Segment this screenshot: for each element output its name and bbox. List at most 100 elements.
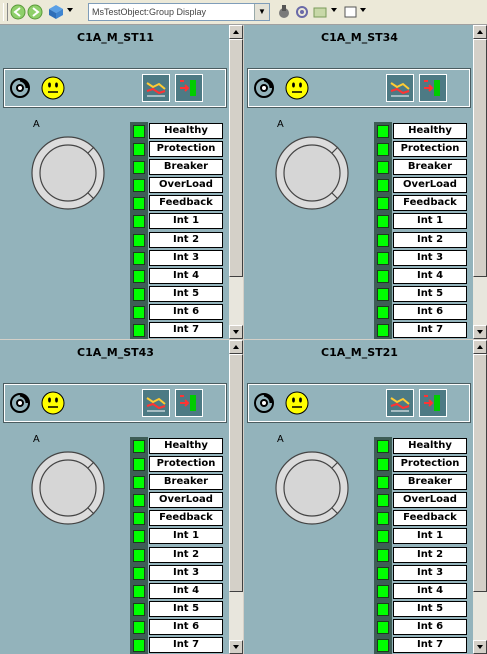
faceplate-button[interactable]: [419, 74, 447, 102]
status-label[interactable]: Feedback: [149, 510, 223, 527]
panel-scrollbar[interactable]: [473, 340, 487, 654]
motor-dial[interactable]: [274, 135, 350, 211]
status-label[interactable]: OverLoad: [149, 177, 223, 194]
scroll-up-button[interactable]: [473, 25, 487, 39]
scroll-up-button[interactable]: [473, 340, 487, 354]
spin-icon[interactable]: [253, 392, 275, 414]
status-label[interactable]: Protection: [393, 141, 467, 158]
object-address-combo[interactable]: MsTestObject:Group Display ▼: [88, 3, 270, 21]
status-label[interactable]: Breaker: [149, 159, 223, 176]
status-label[interactable]: Int 3: [393, 564, 467, 581]
status-label[interactable]: Int 4: [149, 267, 223, 284]
status-row: Int 5: [374, 284, 469, 303]
faceplate-button[interactable]: [175, 74, 203, 102]
status-label[interactable]: Int 6: [393, 618, 467, 635]
status-label[interactable]: Protection: [393, 456, 467, 473]
smiley-status-icon[interactable]: [41, 391, 65, 415]
status-label[interactable]: Int 5: [149, 285, 223, 302]
motor-dial[interactable]: [274, 450, 350, 526]
trend-button[interactable]: [142, 74, 170, 102]
status-label[interactable]: Int 5: [149, 600, 223, 617]
scroll-up-button[interactable]: [229, 25, 243, 39]
status-label[interactable]: Int 4: [393, 582, 467, 599]
status-label[interactable]: Int 6: [393, 303, 467, 320]
smiley-status-icon[interactable]: [41, 76, 65, 100]
status-label[interactable]: Breaker: [149, 474, 223, 491]
status-label[interactable]: Healthy: [393, 438, 467, 454]
trend-button[interactable]: [142, 389, 170, 417]
status-label[interactable]: Int 1: [393, 213, 467, 230]
motor-dial[interactable]: [30, 450, 106, 526]
status-label[interactable]: Int 7: [149, 637, 223, 654]
status-label[interactable]: Int 3: [393, 249, 467, 266]
status-label[interactable]: Int 4: [149, 582, 223, 599]
scroll-down-button[interactable]: [473, 325, 487, 339]
panel-scrollbar[interactable]: [229, 340, 243, 654]
status-label[interactable]: Feedback: [149, 195, 223, 212]
forward-icon[interactable]: [27, 4, 43, 20]
status-label[interactable]: Breaker: [393, 474, 467, 491]
status-label[interactable]: Feedback: [393, 195, 467, 212]
status-label[interactable]: Int 4: [393, 267, 467, 284]
back-icon[interactable]: [10, 4, 26, 20]
status-label[interactable]: OverLoad: [393, 492, 467, 509]
trend-button[interactable]: [386, 389, 414, 417]
status-led-icon: [377, 197, 389, 211]
status-label[interactable]: Healthy: [393, 123, 467, 139]
status-label[interactable]: Breaker: [393, 159, 467, 176]
faceplate-button[interactable]: [175, 389, 203, 417]
status-label[interactable]: Int 3: [149, 249, 223, 266]
smiley-status-icon[interactable]: [285, 391, 309, 415]
status-label[interactable]: Protection: [149, 141, 223, 158]
status-label[interactable]: Int 1: [393, 528, 467, 545]
status-label[interactable]: Int 6: [149, 303, 223, 320]
scroll-thumb[interactable]: [473, 39, 487, 277]
status-label[interactable]: Int 2: [149, 546, 223, 563]
settings-icon[interactable]: [294, 4, 310, 20]
status-row: Int 5: [374, 599, 469, 618]
smiley-status-icon[interactable]: [285, 76, 309, 100]
status-label[interactable]: Int 3: [149, 564, 223, 581]
toolbar-grip[interactable]: [3, 3, 8, 21]
scroll-down-button[interactable]: [229, 640, 243, 654]
status-label[interactable]: OverLoad: [149, 492, 223, 509]
scroll-down-button[interactable]: [473, 640, 487, 654]
status-label[interactable]: Int 1: [149, 213, 223, 230]
spin-icon[interactable]: [9, 77, 31, 99]
status-label[interactable]: Int 7: [393, 637, 467, 654]
window-dropdown-icon[interactable]: [360, 8, 366, 12]
scroll-up-button[interactable]: [229, 340, 243, 354]
status-label[interactable]: Int 2: [393, 546, 467, 563]
faceplate-button[interactable]: [419, 389, 447, 417]
trend-button[interactable]: [386, 74, 414, 102]
scroll-thumb[interactable]: [229, 354, 243, 592]
status-label[interactable]: Healthy: [149, 123, 223, 139]
status-label[interactable]: Int 2: [149, 231, 223, 248]
status-label[interactable]: Feedback: [393, 510, 467, 527]
object-dropdown-icon[interactable]: [67, 8, 73, 12]
spin-icon[interactable]: [9, 392, 31, 414]
scroll-thumb[interactable]: [229, 39, 243, 277]
view-icon[interactable]: [312, 4, 328, 20]
status-label[interactable]: Int 2: [393, 231, 467, 248]
status-label[interactable]: Int 6: [149, 618, 223, 635]
status-label[interactable]: Protection: [149, 456, 223, 473]
status-label[interactable]: Int 5: [393, 600, 467, 617]
status-label[interactable]: Int 7: [393, 322, 467, 339]
scroll-down-button[interactable]: [229, 325, 243, 339]
panel-scrollbar[interactable]: [473, 25, 487, 339]
window-icon[interactable]: [343, 4, 359, 20]
tools-icon[interactable]: [276, 4, 292, 20]
object-icon[interactable]: [48, 4, 64, 20]
status-label[interactable]: OverLoad: [393, 177, 467, 194]
motor-dial[interactable]: [30, 135, 106, 211]
status-label[interactable]: Int 7: [149, 322, 223, 339]
view-dropdown-icon[interactable]: [331, 8, 337, 12]
status-label[interactable]: Healthy: [149, 438, 223, 454]
panel-scrollbar[interactable]: [229, 25, 243, 339]
scroll-thumb[interactable]: [473, 354, 487, 592]
combo-dropdown-button[interactable]: ▼: [254, 4, 269, 20]
spin-icon[interactable]: [253, 77, 275, 99]
status-label[interactable]: Int 5: [393, 285, 467, 302]
status-label[interactable]: Int 1: [149, 528, 223, 545]
